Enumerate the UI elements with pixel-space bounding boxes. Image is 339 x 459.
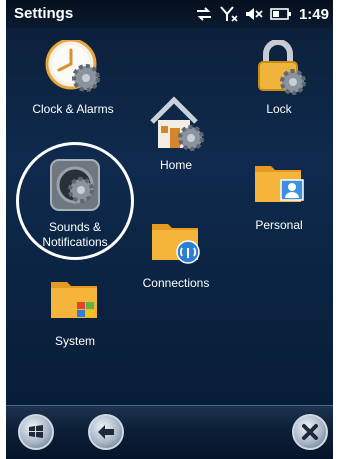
home-item[interactable]: Home — [121, 96, 231, 173]
lock-item[interactable]: Lock — [224, 39, 333, 117]
padlock-icon — [249, 39, 309, 96]
lock-label: Lock — [266, 102, 292, 116]
battery-icon — [270, 6, 292, 22]
status-bar: Settings 1:49 — [6, 0, 333, 28]
system-label: System — [54, 334, 95, 348]
windows-folder-icon — [45, 272, 105, 328]
back-button[interactable] — [88, 414, 124, 450]
system-item[interactable]: System — [20, 272, 130, 349]
sounds-label-line2: Notifications — [42, 235, 108, 249]
bottom-bar — [6, 405, 333, 459]
windows-start-icon — [29, 425, 43, 438]
page-title: Settings — [14, 5, 74, 22]
clock-gear-icon — [43, 38, 103, 96]
settings-screen: Settings 1:49 Clock & Alarms Lock Home S… — [6, 0, 333, 459]
speaker-muted-icon — [245, 6, 263, 22]
close-icon — [302, 424, 318, 440]
personal-label: Personal — [255, 218, 303, 232]
personal-item[interactable]: Personal — [224, 156, 333, 233]
sounds-label-line1: Sounds & — [48, 220, 102, 234]
home-label: Home — [159, 158, 192, 172]
house-icon — [146, 96, 206, 152]
clock-alarms-label: Clock & Alarms — [32, 102, 114, 116]
start-button[interactable] — [18, 414, 54, 450]
clock-alarms-item[interactable]: Clock & Alarms — [18, 38, 128, 117]
contact-card-folder-icon — [249, 156, 309, 212]
status-icons: 1:49 — [195, 4, 329, 24]
wireless-folder-icon — [146, 214, 206, 270]
connections-item[interactable]: Connections — [121, 214, 231, 291]
sounds-notifications-item[interactable]: Sounds & Notifications — [20, 158, 130, 250]
connections-label: Connections — [142, 276, 210, 290]
clock-time: 1:49 — [298, 5, 329, 23]
back-arrow-icon — [98, 425, 114, 439]
no-signal-icon — [220, 6, 238, 22]
close-button[interactable] — [292, 414, 328, 450]
data-sync-icon — [195, 6, 213, 22]
speaker-gear-icon — [45, 158, 105, 214]
